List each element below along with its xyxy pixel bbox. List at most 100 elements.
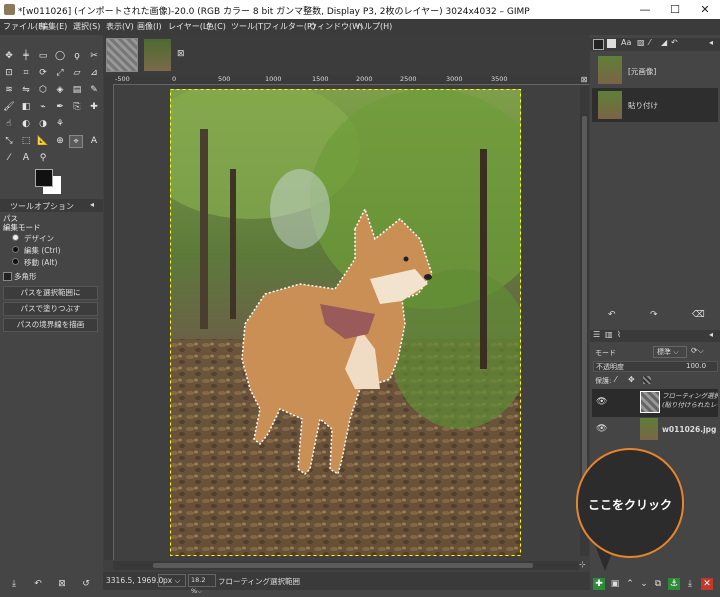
brushes-tab-icon[interactable] [593, 39, 604, 50]
scale-tool-icon[interactable]: ⤢ [53, 67, 67, 80]
channels-tab-icon[interactable]: ▥ [605, 330, 613, 339]
eye-icon[interactable]: 👁 [596, 424, 607, 434]
menu-tools[interactable]: ツール(T) [231, 21, 266, 32]
zoom-in-tool-icon[interactable]: ⊕ [53, 135, 67, 148]
panel-menu-icon[interactable]: ◂ [709, 38, 713, 47]
ellipse-select-icon[interactable]: ◯ [53, 50, 67, 63]
airbrush-icon[interactable]: ⌁ [36, 101, 50, 114]
layer-row-floating[interactable]: 👁 フローティング選択範囲 (貼り付けられたレイヤー) [592, 389, 718, 417]
paths-tab-icon[interactable]: ⌇ [617, 330, 621, 339]
panel-menu-icon[interactable]: ◂ [90, 200, 94, 209]
vertical-scroll-thumb[interactable] [582, 116, 587, 516]
handle-transform-icon[interactable]: ⤡ [2, 135, 16, 148]
delete-options-icon[interactable]: ⊠ [56, 578, 68, 590]
redo-icon[interactable]: ↷ [650, 310, 658, 320]
save-options-icon[interactable]: ⤓ [8, 578, 20, 590]
blur-tool-icon[interactable]: ◐ [19, 118, 33, 131]
image-canvas[interactable] [170, 89, 521, 556]
heal-tool-icon[interactable]: ✚ [87, 101, 101, 114]
polygon-checkbox[interactable] [3, 272, 12, 281]
menu-layer[interactable]: レイヤー(L) [168, 21, 210, 32]
anchor-layer-icon[interactable]: ⚓ [668, 578, 680, 590]
minimize-button[interactable]: — [630, 0, 660, 19]
perspective-tool-icon[interactable]: ⊿ [87, 67, 101, 80]
menu-filters[interactable]: フィルター(R) [264, 21, 316, 32]
gradient-tool-icon[interactable]: ▤ [70, 84, 84, 97]
paint-dynamics-tab-icon[interactable]: ▨ [637, 38, 645, 47]
path-to-selection-button[interactable]: パスを選択範囲に [3, 286, 98, 300]
horizontal-scroll-thumb[interactable] [153, 563, 533, 568]
rotate-tool-icon[interactable]: ⟳ [36, 67, 50, 80]
fuzzy-select-icon[interactable]: ⊡ [2, 67, 16, 80]
move-tool-icon[interactable]: ✥ [2, 50, 16, 63]
lower-layer-icon[interactable]: ⌄ [638, 578, 650, 590]
opacity-slider[interactable]: 不透明度 100.0 [593, 361, 718, 372]
layer-row-image[interactable]: 👁 w011026.jpg [592, 416, 718, 444]
menu-help[interactable]: ヘルプ(H) [356, 21, 392, 32]
horizontal-scrollbar[interactable] [113, 561, 579, 570]
cage-tool-icon[interactable]: ⬡ [36, 84, 50, 97]
align-tool-icon[interactable]: ╪ [19, 50, 33, 63]
mode-design-radio[interactable] [12, 234, 19, 241]
lock-alpha-icon[interactable] [643, 376, 651, 384]
restore-options-icon[interactable]: ↶ [32, 578, 44, 590]
clear-history-icon[interactable]: ⌫ [692, 310, 705, 320]
paintbrush-icon[interactable]: 🖌 [2, 101, 16, 114]
eye-icon[interactable]: 👁 [596, 397, 607, 407]
menu-select[interactable]: 選択(S) [73, 21, 100, 32]
mode-edit-radio[interactable] [12, 246, 19, 253]
text-tool-icon[interactable]: A [87, 135, 101, 148]
foreground-color-swatch[interactable] [35, 169, 53, 187]
lock-pixels-icon[interactable]: ⁄ [615, 375, 616, 384]
brush-tab-icon[interactable]: ⁄ [649, 38, 650, 47]
crop-tool-icon[interactable]: ⌗ [19, 67, 33, 80]
duplicate-layer-icon[interactable]: ⧉ [652, 578, 664, 590]
pencil-tool-icon[interactable]: ✎ [87, 84, 101, 97]
menu-edit[interactable]: 編集(E) [40, 21, 67, 32]
eraser-icon[interactable]: ◧ [19, 101, 33, 114]
menu-colors[interactable]: 色(C) [206, 21, 226, 32]
raise-layer-icon[interactable]: ⌃ [624, 578, 636, 590]
mode-move-radio[interactable] [12, 258, 19, 265]
free-select-icon[interactable]: ϙ [70, 50, 84, 63]
history-item[interactable]: [元画像] [592, 54, 718, 84]
undo-icon[interactable]: ↶ [608, 310, 616, 320]
dodge-tool-icon[interactable]: ◑ [36, 118, 50, 131]
layers-tab-icon[interactable]: ☰ [593, 330, 600, 339]
tab-close-icon[interactable]: ⊠ [177, 49, 185, 59]
zoom-tool-icon[interactable]: ⚲ [36, 152, 50, 165]
new-layer-icon[interactable]: ✚ [593, 578, 605, 590]
panel-menu-icon[interactable]: ◂ [709, 330, 713, 339]
smudge-tool-icon[interactable]: ☝ [2, 118, 16, 131]
unified-transform-icon[interactable]: ⬚ [19, 135, 33, 148]
lock-position-icon[interactable]: ✥ [628, 375, 635, 384]
shear-tool-icon[interactable]: ▱ [70, 67, 84, 80]
merge-down-icon[interactable]: ⤓ [684, 578, 696, 590]
unit-select[interactable]: px ⌵ [158, 574, 186, 587]
close-button[interactable]: ✕ [690, 0, 720, 19]
pen-tab-icon[interactable]: ◢ [661, 38, 667, 47]
navigate-icon[interactable]: ⊹ [579, 560, 589, 570]
color-text-icon[interactable]: Ａ [19, 152, 33, 165]
paths-tool-icon[interactable]: ⌖ [69, 135, 83, 148]
tab-thumbnail-floating[interactable] [106, 38, 138, 72]
stroke-path-button[interactable]: パスの境界線を描画 [3, 318, 98, 332]
layer-mode-select[interactable]: 標準 ⌵ [653, 346, 687, 358]
ink-tool-icon[interactable]: ✒ [53, 101, 67, 114]
measure-tool-icon[interactable]: 📐 [36, 135, 50, 148]
mode-switch-icon[interactable]: ⟳⌵ [691, 346, 704, 356]
maximize-button[interactable]: ☐ [660, 0, 690, 19]
tab-thumbnail-image[interactable] [144, 39, 171, 71]
undo-history-tab-icon[interactable]: ↶ [671, 38, 678, 47]
fonts-tab-icon[interactable]: Aa [621, 38, 631, 47]
menu-image[interactable]: 画像(I) [137, 21, 162, 32]
clone-tool-icon[interactable]: ⎘ [70, 101, 84, 114]
flip-tool-icon[interactable]: ⇋ [19, 84, 33, 97]
zoom-select[interactable]: 18.2 %⌵ [188, 574, 216, 595]
warp-tool-icon[interactable]: ≋ [2, 84, 16, 97]
color-picker-icon[interactable]: ⁄ [2, 152, 16, 165]
mypaint-brush-icon[interactable]: ⚘ [53, 118, 67, 131]
rect-select-icon[interactable]: ▭ [36, 50, 50, 63]
history-item-selected[interactable]: 貼り付け [592, 88, 718, 122]
zoom-lock-icon[interactable]: ⊠ [579, 75, 589, 85]
